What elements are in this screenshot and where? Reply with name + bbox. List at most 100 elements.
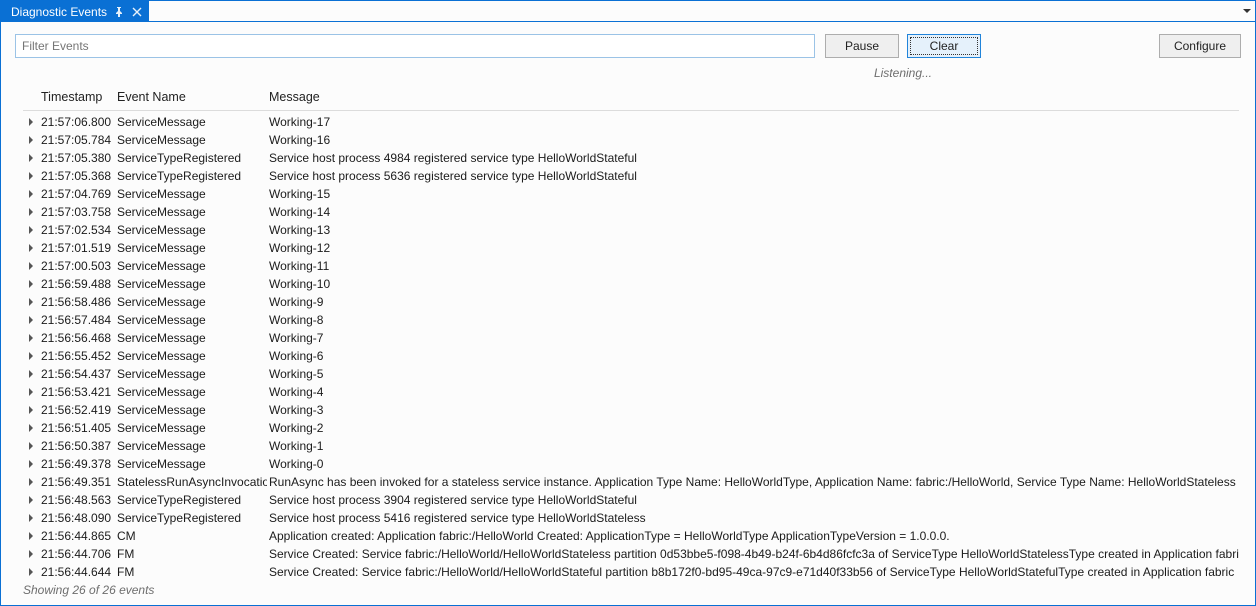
events-grid: Timestamp Event Name Message 21:57:06.80… <box>23 88 1239 579</box>
cell-message: Working-7 <box>267 331 1239 345</box>
expand-icon[interactable] <box>23 172 39 180</box>
cell-message: Working-4 <box>267 385 1239 399</box>
cell-message: Working-14 <box>267 205 1239 219</box>
expand-icon[interactable] <box>23 496 39 504</box>
cell-timestamp: 21:56:59.488 <box>39 277 115 291</box>
window-menu-dropdown[interactable] <box>1239 1 1255 21</box>
cell-event-name: ServiceMessage <box>115 187 267 201</box>
expand-icon[interactable] <box>23 136 39 144</box>
cell-message: Service host process 5416 registered ser… <box>267 511 1239 525</box>
table-row[interactable]: 21:56:52.419ServiceMessageWorking-3 <box>23 401 1239 419</box>
cell-timestamp: 21:57:03.758 <box>39 205 115 219</box>
expand-icon[interactable] <box>23 334 39 342</box>
table-row[interactable]: 21:56:48.090ServiceTypeRegisteredService… <box>23 509 1239 527</box>
cell-message: Working-9 <box>267 295 1239 309</box>
cell-timestamp: 21:56:57.484 <box>39 313 115 327</box>
expand-icon[interactable] <box>23 388 39 396</box>
cell-event-name: ServiceMessage <box>115 367 267 381</box>
table-row[interactable]: 21:57:04.769ServiceMessageWorking-15 <box>23 185 1239 203</box>
cell-timestamp: 21:57:05.380 <box>39 151 115 165</box>
expand-icon[interactable] <box>23 550 39 558</box>
table-row[interactable]: 21:56:53.421ServiceMessageWorking-4 <box>23 383 1239 401</box>
table-row[interactable]: 21:57:02.534ServiceMessageWorking-13 <box>23 221 1239 239</box>
expand-icon[interactable] <box>23 244 39 252</box>
table-row[interactable]: 21:57:01.519ServiceMessageWorking-12 <box>23 239 1239 257</box>
expand-icon[interactable] <box>23 406 39 414</box>
table-row[interactable]: 21:56:57.484ServiceMessageWorking-8 <box>23 311 1239 329</box>
expand-icon[interactable] <box>23 262 39 270</box>
col-event-name[interactable]: Event Name <box>115 88 267 106</box>
expand-icon[interactable] <box>23 226 39 234</box>
cell-event-name: FM <box>115 565 267 579</box>
cell-message: Working-2 <box>267 421 1239 435</box>
grid-body: 21:57:06.800ServiceMessageWorking-1721:5… <box>23 113 1239 579</box>
cell-message: Service Created: Service fabric:/HelloWo… <box>267 565 1239 579</box>
table-row[interactable]: 21:56:50.387ServiceMessageWorking-1 <box>23 437 1239 455</box>
table-row[interactable]: 21:56:44.865CMApplication created: Appli… <box>23 527 1239 545</box>
table-row[interactable]: 21:56:49.351StatelessRunAsyncInvocationR… <box>23 473 1239 491</box>
cell-message: Working-13 <box>267 223 1239 237</box>
expand-icon[interactable] <box>23 118 39 126</box>
expand-icon[interactable] <box>23 460 39 468</box>
cell-message: Service host process 3904 registered ser… <box>267 493 1239 507</box>
pause-button[interactable]: Pause <box>825 34 899 58</box>
table-row[interactable]: 21:56:54.437ServiceMessageWorking-5 <box>23 365 1239 383</box>
table-row[interactable]: 21:56:49.378ServiceMessageWorking-0 <box>23 455 1239 473</box>
cell-message: Working-16 <box>267 133 1239 147</box>
cell-timestamp: 21:57:05.368 <box>39 169 115 183</box>
table-row[interactable]: 21:56:44.706FMService Created: Service f… <box>23 545 1239 563</box>
cell-message: Working-3 <box>267 403 1239 417</box>
expand-icon[interactable] <box>23 190 39 198</box>
clear-button[interactable]: Clear <box>907 34 981 58</box>
cell-event-name: ServiceMessage <box>115 259 267 273</box>
table-row[interactable]: 21:56:48.563ServiceTypeRegisteredService… <box>23 491 1239 509</box>
table-row[interactable]: 21:56:56.468ServiceMessageWorking-7 <box>23 329 1239 347</box>
cell-message: Service Created: Service fabric:/HelloWo… <box>267 547 1239 561</box>
close-icon[interactable] <box>131 6 143 18</box>
pin-icon[interactable] <box>113 6 125 18</box>
expand-icon[interactable] <box>23 298 39 306</box>
cell-message: Working-17 <box>267 115 1239 129</box>
titlebar: Diagnostic Events <box>1 1 1255 22</box>
table-row[interactable]: 21:57:05.380ServiceTypeRegisteredService… <box>23 149 1239 167</box>
table-row[interactable]: 21:56:44.644FMService Created: Service f… <box>23 563 1239 579</box>
cell-timestamp: 21:57:04.769 <box>39 187 115 201</box>
expand-icon[interactable] <box>23 568 39 576</box>
table-row[interactable]: 21:56:55.452ServiceMessageWorking-6 <box>23 347 1239 365</box>
expand-icon[interactable] <box>23 442 39 450</box>
table-row[interactable]: 21:57:05.784ServiceMessageWorking-16 <box>23 131 1239 149</box>
expand-icon[interactable] <box>23 208 39 216</box>
expand-icon[interactable] <box>23 370 39 378</box>
cell-timestamp: 21:57:02.534 <box>39 223 115 237</box>
cell-timestamp: 21:56:52.419 <box>39 403 115 417</box>
configure-button[interactable]: Configure <box>1159 34 1241 58</box>
filter-events-input[interactable] <box>15 34 815 58</box>
table-row[interactable]: 21:56:58.486ServiceMessageWorking-9 <box>23 293 1239 311</box>
expand-icon[interactable] <box>23 478 39 486</box>
table-row[interactable]: 21:57:05.368ServiceTypeRegisteredService… <box>23 167 1239 185</box>
cell-timestamp: 21:56:44.644 <box>39 565 115 579</box>
cell-event-name: ServiceMessage <box>115 439 267 453</box>
cell-timestamp: 21:56:44.706 <box>39 547 115 561</box>
expand-icon[interactable] <box>23 352 39 360</box>
cell-event-name: ServiceTypeRegistered <box>115 169 267 183</box>
expand-icon[interactable] <box>23 514 39 522</box>
expand-icon[interactable] <box>23 154 39 162</box>
expand-icon[interactable] <box>23 280 39 288</box>
expand-icon[interactable] <box>23 532 39 540</box>
table-row[interactable]: 21:57:03.758ServiceMessageWorking-14 <box>23 203 1239 221</box>
table-row[interactable]: 21:57:00.503ServiceMessageWorking-11 <box>23 257 1239 275</box>
cell-event-name: ServiceTypeRegistered <box>115 511 267 525</box>
cell-event-name: ServiceMessage <box>115 457 267 471</box>
expand-icon[interactable] <box>23 316 39 324</box>
table-row[interactable]: 21:57:06.800ServiceMessageWorking-17 <box>23 113 1239 131</box>
cell-event-name: ServiceMessage <box>115 331 267 345</box>
cell-event-name: ServiceMessage <box>115 421 267 435</box>
cell-message: Working-10 <box>267 277 1239 291</box>
table-row[interactable]: 21:56:59.488ServiceMessageWorking-10 <box>23 275 1239 293</box>
expand-icon[interactable] <box>23 424 39 432</box>
col-message[interactable]: Message <box>267 88 1239 106</box>
tab-diagnostic-events[interactable]: Diagnostic Events <box>1 1 149 22</box>
col-timestamp[interactable]: Timestamp <box>39 88 115 106</box>
table-row[interactable]: 21:56:51.405ServiceMessageWorking-2 <box>23 419 1239 437</box>
